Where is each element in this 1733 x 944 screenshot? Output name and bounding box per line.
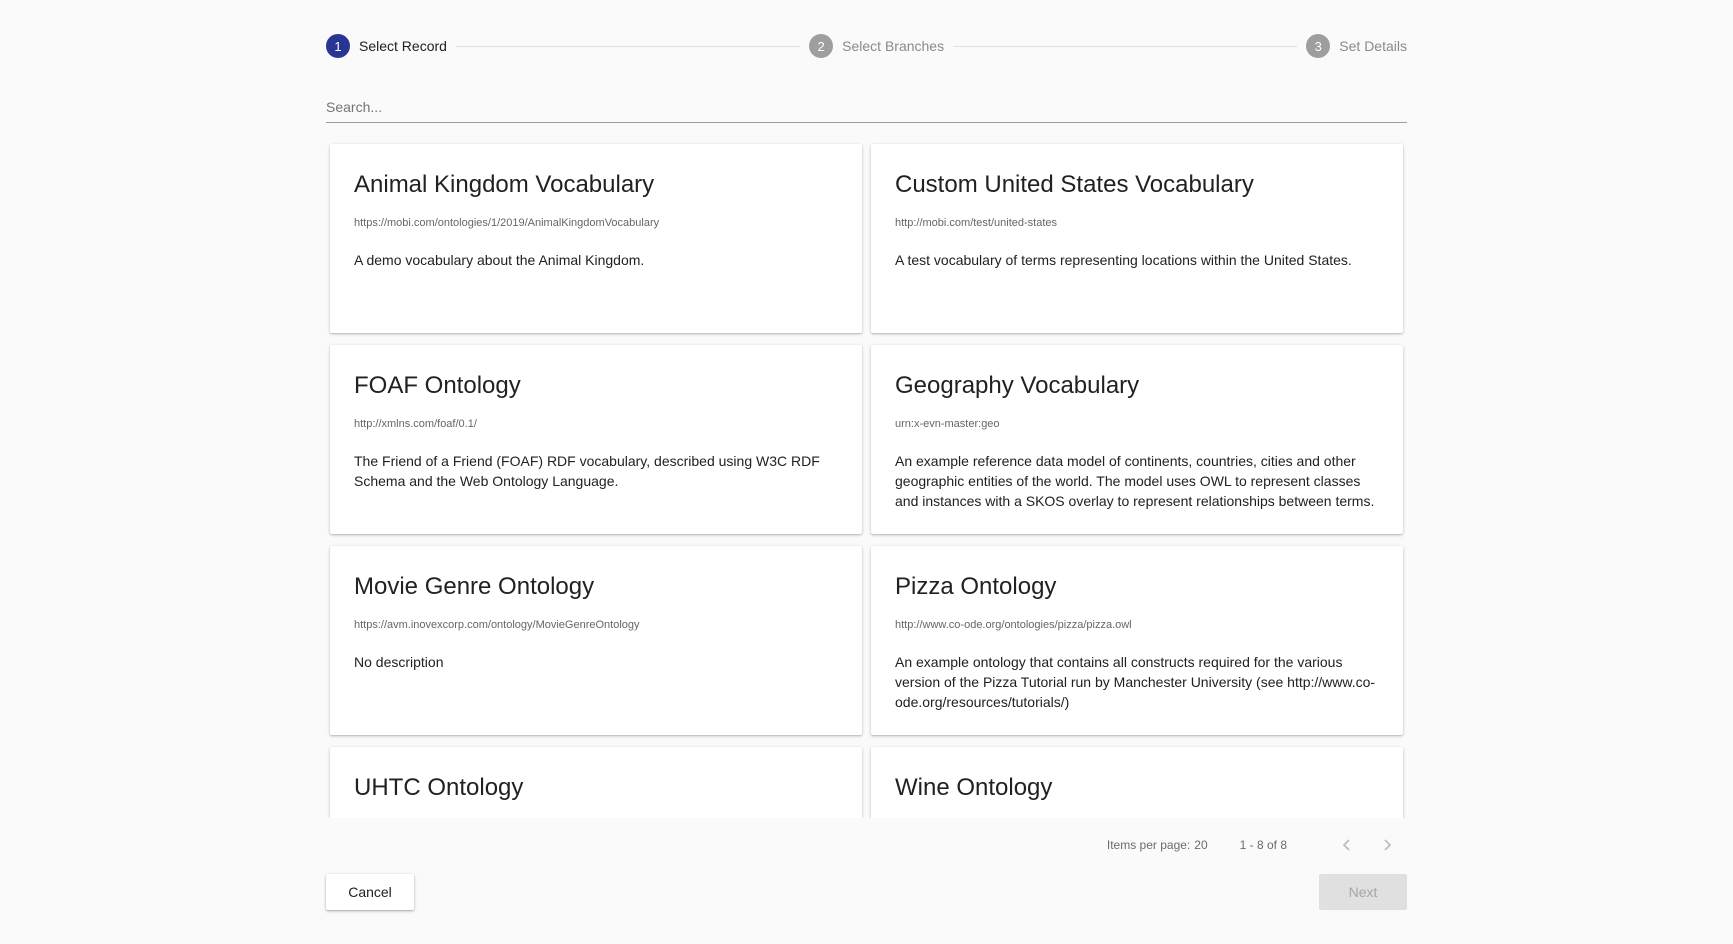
chevron-right-icon — [1384, 839, 1392, 851]
record-title: Movie Genre Ontology — [354, 573, 595, 600]
chevron-left-icon — [1342, 839, 1350, 851]
record-card[interactable]: Pizza Ontology http://www.co-ode.org/ont… — [871, 546, 1403, 735]
record-iri: http://xmlns.com/foaf/0.1/ — [354, 418, 477, 430]
record-card[interactable]: Movie Genre Ontology https://avm.inovexc… — [330, 546, 862, 735]
record-iri: http://mobi.com/test/united-states — [895, 217, 1058, 229]
record-iri: urn:x-evn-master:geo — [895, 418, 1000, 430]
step-number-badge: 3 — [1306, 34, 1331, 58]
record-description: No description — [354, 654, 444, 670]
page-range-label: 1 - 8 of 8 — [1239, 838, 1287, 852]
record-title: Animal Kingdom Vocabulary — [354, 171, 655, 198]
step-number-badge: 2 — [809, 34, 834, 58]
record-card[interactable]: Custom United States Vocabulary http://m… — [871, 144, 1403, 333]
record-title: Geography Vocabulary — [895, 372, 1140, 399]
record-description: The Friend of a Friend (FOAF) RDF vocabu… — [354, 453, 820, 489]
record-list[interactable]: Animal Kingdom Vocabulary https://mobi.c… — [326, 136, 1407, 818]
cancel-button[interactable]: Cancel — [326, 874, 414, 910]
paginator: Items per page: 20 1 - 8 of 8 — [1107, 830, 1407, 860]
record-description: An example ontology that contains all co… — [895, 654, 1376, 710]
record-card[interactable]: UHTC Ontology — [330, 747, 862, 818]
step-label: Select Record — [359, 38, 447, 54]
record-card[interactable]: Wine Ontology — [871, 747, 1403, 818]
record-description: A demo vocabulary about the Animal Kingd… — [354, 252, 645, 268]
next-button[interactable]: Next — [1319, 874, 1407, 910]
step-connector — [953, 45, 1298, 47]
step-number-badge: 1 — [326, 34, 350, 58]
step-connector — [455, 45, 801, 47]
record-title: FOAF Ontology — [354, 372, 521, 399]
record-iri: http://www.co-ode.org/ontologies/pizza/p… — [895, 619, 1132, 631]
search-input[interactable] — [326, 96, 1407, 118]
search-field — [326, 96, 1407, 123]
step-label: Select Branches — [842, 38, 945, 54]
record-title: Wine Ontology — [895, 774, 1053, 801]
record-title: UHTC Ontology — [354, 774, 524, 801]
previous-page-button[interactable] — [1327, 830, 1367, 860]
step-select-record[interactable]: 1 Select Record — [326, 34, 447, 58]
record-iri: https://avm.inovexcorp.com/ontology/Movi… — [354, 619, 640, 631]
record-iri: https://mobi.com/ontologies/1/2019/Anima… — [354, 217, 660, 229]
items-per-page-value: 20 — [1194, 838, 1208, 852]
items-per-page-label: Items per page: — [1106, 838, 1191, 852]
record-card[interactable]: Animal Kingdom Vocabulary https://mobi.c… — [330, 144, 862, 333]
record-card[interactable]: Geography Vocabulary urn:x-evn-master:ge… — [871, 345, 1403, 534]
stepper: 1 Select Record 2 Select Branches 3 Set … — [326, 33, 1407, 59]
record-description: An example reference data model of conti… — [895, 453, 1375, 509]
record-title: Pizza Ontology — [895, 573, 1057, 600]
record-title: Custom United States Vocabulary — [895, 171, 1254, 198]
create-request-dialog: 1 Select Record 2 Select Branches 3 Set … — [326, 0, 1407, 944]
step-set-details[interactable]: 3 Set Details — [1306, 34, 1407, 58]
step-label: Set Details — [1339, 38, 1407, 54]
record-grid: Animal Kingdom Vocabulary https://mobi.c… — [326, 136, 1407, 818]
record-description: A test vocabulary of terms representing … — [895, 252, 1352, 268]
step-select-branches[interactable]: 2 Select Branches — [809, 34, 944, 58]
record-card[interactable]: FOAF Ontology http://xmlns.com/foaf/0.1/… — [330, 345, 862, 534]
next-page-button[interactable] — [1367, 830, 1407, 860]
